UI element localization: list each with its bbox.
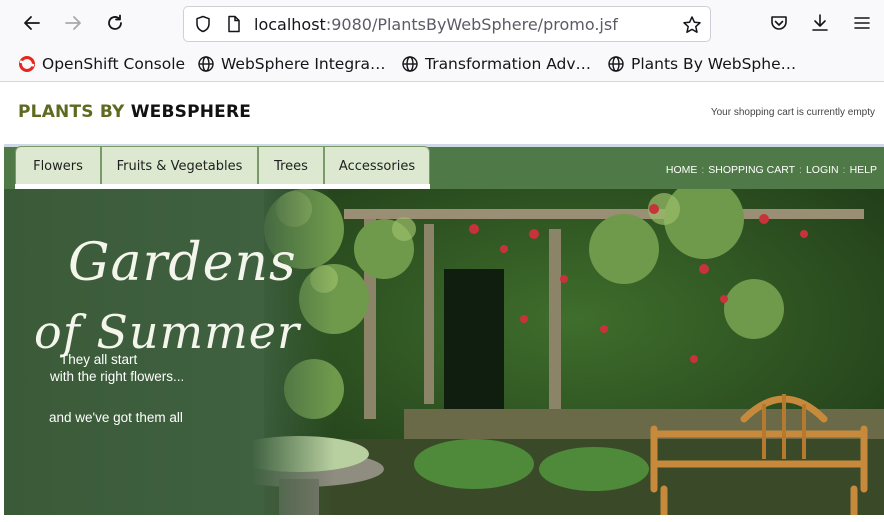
shopping-cart-link[interactable]: SHOPPING CART	[708, 164, 795, 176]
openshift-icon	[19, 56, 35, 72]
bookmark-label: Plants By WebSphe…	[631, 55, 797, 73]
globe-icon	[402, 56, 418, 72]
cart-status: Your shopping cart is currently empty	[710, 107, 875, 118]
bookmark-openshift-console[interactable]: OpenShift Console	[18, 52, 185, 76]
bookmark-plants-by-websphere[interactable]: Plants By WebSphe…	[607, 52, 796, 76]
tab-trees[interactable]: Trees	[258, 146, 324, 186]
pocket-button[interactable]	[767, 11, 791, 35]
page-icon	[228, 15, 240, 33]
download-icon	[812, 14, 828, 31]
separator: :	[799, 164, 802, 176]
separator: :	[842, 164, 846, 176]
home-link[interactable]: HOME	[666, 164, 698, 176]
login-link[interactable]: LOGIN	[806, 164, 839, 176]
tab-fruits-vegetables[interactable]: Fruits & Vegetables	[101, 146, 258, 186]
menu-button[interactable]	[850, 11, 874, 35]
downloads-button[interactable]	[808, 11, 832, 35]
url-host: localhost	[254, 14, 326, 34]
shield-icon	[196, 15, 210, 33]
globe-icon	[198, 56, 214, 72]
category-tabs: Flowers Fruits & Vegetables Trees Access…	[15, 146, 430, 186]
banner-title-line1: Gardens	[68, 233, 297, 293]
star-bookmark-icon[interactable]	[682, 15, 702, 35]
url-bar[interactable]: localhost:9080/PlantsByWebSphere/promo.j…	[183, 6, 711, 42]
logo-text-websphere: WEBSPHERE	[130, 102, 252, 122]
separator: :	[701, 164, 705, 176]
bookmark-label: OpenShift Console	[42, 55, 186, 73]
tab-accessories[interactable]: Accessories	[324, 146, 430, 186]
web-page: PLANTS BY WEBSPHERE Your shopping cart i…	[0, 82, 884, 522]
bookmark-transformation-advisor[interactable]: Transformation Adv…	[401, 52, 591, 76]
promo-banner[interactable]: Gardens of Summer They all start with th…	[4, 189, 884, 515]
banner-tagline-2: with the right flowers...	[50, 369, 185, 384]
pocket-icon	[771, 16, 787, 30]
banner-tagline-1: They all start	[60, 352, 138, 367]
help-link[interactable]: HELP	[850, 164, 877, 176]
banner-tagline-3: and we've got them all	[49, 410, 183, 425]
arrow-right-icon	[65, 16, 81, 30]
logo-text-plants-by: PLANTS BY	[18, 102, 131, 122]
arrow-left-icon	[24, 16, 40, 30]
bookmarks-bar: OpenShift Console WebSphere Integra… Tra…	[0, 46, 884, 82]
banner-title-line2: of Summer	[34, 305, 300, 359]
reload-button[interactable]	[103, 11, 127, 35]
hamburger-menu-icon	[854, 17, 870, 29]
bookmark-websphere-integration[interactable]: WebSphere Integra…	[197, 52, 386, 76]
forward-button[interactable]	[61, 11, 85, 35]
bookmark-label: Transformation Adv…	[425, 55, 592, 73]
top-links: HOME : SHOPPING CART : LOGIN : HELP	[666, 164, 877, 176]
url-text: localhost:9080/PlantsByWebSphere/promo.j…	[254, 15, 618, 34]
globe-icon	[608, 56, 624, 72]
reload-icon	[108, 14, 122, 30]
back-button[interactable]	[20, 11, 44, 35]
bookmark-label: WebSphere Integra…	[221, 55, 386, 73]
url-path: :9080/PlantsByWebSphere/promo.jsf	[325, 14, 618, 34]
site-logo[interactable]: PLANTS BY WEBSPHERE	[18, 102, 251, 122]
tab-flowers[interactable]: Flowers	[15, 146, 101, 186]
browser-toolbar: localhost:9080/PlantsByWebSphere/promo.j…	[0, 0, 884, 46]
